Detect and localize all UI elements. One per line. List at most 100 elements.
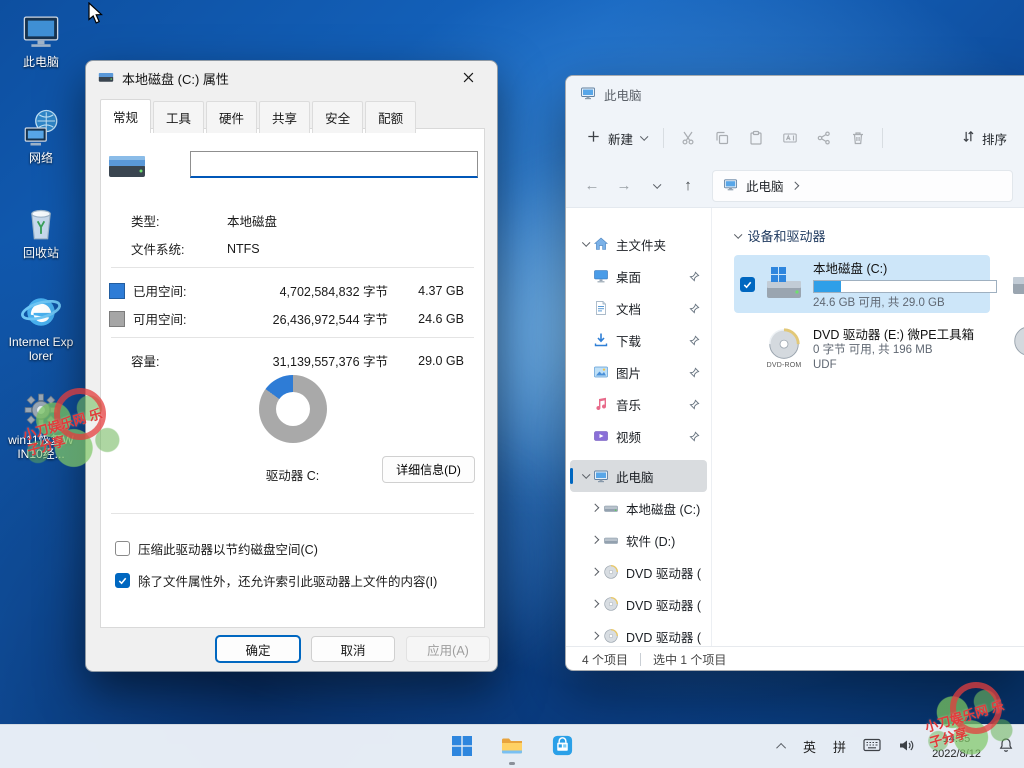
tab-tools[interactable]: 工具: [153, 101, 204, 133]
tab-quota[interactable]: 配额: [365, 101, 416, 133]
file-explorer-icon: [500, 734, 524, 761]
sidebar-item-desktop[interactable]: 桌面: [570, 260, 707, 292]
sidebar-item-documents[interactable]: 文档: [570, 292, 707, 324]
running-indicator: [509, 762, 515, 765]
desktop-icon-network[interactable]: 网络: [8, 106, 74, 166]
group-header[interactable]: 设备和驱动器: [734, 226, 1024, 245]
new-button[interactable]: 新建: [576, 122, 656, 155]
field-label: 已用空间:: [133, 281, 251, 300]
sidebar-item-pictures[interactable]: 图片: [570, 356, 707, 388]
touch-keyboard-button[interactable]: [861, 736, 883, 757]
rename-button[interactable]: [773, 122, 807, 154]
chevron-down-icon: [640, 133, 648, 141]
tab-general[interactable]: 常规: [100, 99, 151, 133]
general-tab-panel: 类型: 本地磁盘 文件系统: NTFS 已用空间: 4,702,584,832 …: [100, 128, 485, 628]
desktop-icon-internet-explorer[interactable]: Internet Explorer: [8, 290, 74, 364]
explorer-main-pane: 设备和驱动器 本地磁盘 (C:) 24.6 GB 可用, 共 29.0: [712, 208, 1024, 646]
language-label: 英: [803, 737, 816, 756]
volume-button[interactable]: [896, 736, 917, 758]
sidebar-item-home[interactable]: 主文件夹: [570, 228, 707, 260]
drive-tile-local-disk-c[interactable]: 本地磁盘 (C:) 24.6 GB 可用, 共 29.0 GB: [734, 255, 990, 313]
cancel-button[interactable]: 取消: [311, 636, 395, 662]
show-hidden-icons-button[interactable]: [777, 741, 788, 752]
delete-button[interactable]: [841, 122, 875, 154]
ok-button[interactable]: 确定: [216, 636, 300, 662]
back-button[interactable]: ←: [578, 172, 606, 200]
chevron-down-icon: [654, 180, 662, 188]
ime-mode-indicator[interactable]: 拼: [831, 735, 848, 758]
explorer-titlebar[interactable]: 此电脑: [566, 76, 1024, 112]
pin-icon: [687, 399, 701, 410]
checkbox-checked-icon[interactable]: [740, 277, 755, 292]
sidebar-item-music[interactable]: 音乐: [570, 388, 707, 420]
chevron-right-icon: [591, 632, 599, 640]
desktop-icon-this-pc[interactable]: 此电脑: [8, 10, 74, 70]
language-indicator[interactable]: 英: [801, 735, 818, 758]
clock[interactable]: 14:55 2022/8/12: [930, 730, 983, 763]
sidebar-item-local-disk-c[interactable]: 本地磁盘 (C:): [570, 492, 707, 524]
copy-button[interactable]: [705, 122, 739, 154]
free-space-row: 可用空间: 26,436,972,544 字节 24.6 GB: [101, 309, 484, 328]
checkbox-unchecked-icon[interactable]: [115, 541, 130, 556]
sidebar-item-dvd-f[interactable]: DVD 驱动器 (F: [570, 588, 707, 620]
sidebar-item-dvd-e[interactable]: DVD 驱动器 (E: [570, 556, 707, 588]
speaker-icon: [898, 738, 915, 756]
sort-button[interactable]: 排序: [953, 122, 1015, 155]
tab-hardware[interactable]: 硬件: [206, 101, 257, 133]
divider: [640, 653, 641, 666]
drive-usage-fill: [814, 281, 841, 292]
breadcrumb[interactable]: 此电脑: [746, 176, 784, 195]
address-bar[interactable]: 此电脑: [712, 170, 1013, 202]
field-label: 文件系统:: [109, 239, 227, 258]
chevron-right-icon: [790, 182, 798, 190]
close-button[interactable]: [451, 65, 485, 91]
sidebar-item-downloads[interactable]: 下载: [570, 324, 707, 356]
cut-button[interactable]: [671, 122, 705, 154]
desktop-icon-recycle-bin[interactable]: 回收站: [8, 201, 74, 261]
sidebar-item-label: 文档: [616, 299, 687, 318]
pin-icon: [687, 335, 701, 346]
taskbar: 英 拼 14:55 2022/8/12: [0, 724, 1024, 768]
history-dropdown-button[interactable]: [642, 172, 670, 200]
start-button[interactable]: [442, 727, 482, 767]
sidebar-item-label: DVD 驱动器 (E: [626, 563, 701, 582]
forward-button[interactable]: →: [610, 172, 638, 200]
share-button[interactable]: [807, 122, 841, 154]
explorer-statusbar: 4 个项目 选中 1 个项目: [566, 646, 1024, 671]
sidebar-item-this-pc[interactable]: 此电脑: [570, 460, 707, 492]
details-button[interactable]: 详细信息(D): [382, 456, 475, 483]
up-button[interactable]: ↑: [674, 172, 702, 200]
sidebar-item-dvd-g[interactable]: DVD 驱动器 (G: [570, 620, 707, 646]
tab-security[interactable]: 安全: [312, 101, 363, 133]
compress-checkbox-row[interactable]: 压缩此驱动器以节约磁盘空间(C): [115, 539, 474, 558]
index-checkbox-row[interactable]: 除了文件属性外，还允许索引此驱动器上文件的内容(I): [115, 571, 474, 590]
sidebar-item-label: DVD 驱动器 (G: [626, 627, 701, 646]
used-space-swatch: [109, 283, 125, 299]
dialog-titlebar[interactable]: 本地磁盘 (C:) 属性: [86, 61, 497, 95]
store-taskbar-button[interactable]: [542, 727, 582, 767]
free-size: 24.6 GB: [388, 312, 464, 326]
sidebar-item-label: 本地磁盘 (C:): [626, 499, 701, 518]
chevron-right-icon: [591, 504, 599, 512]
tab-sharing[interactable]: 共享: [259, 101, 310, 133]
notification-center-button[interactable]: [996, 735, 1016, 758]
checkbox-checked-icon[interactable]: [115, 573, 130, 588]
chevron-right-icon: [591, 600, 599, 608]
sidebar-item-label: 此电脑: [616, 467, 701, 486]
paste-button[interactable]: [739, 122, 773, 154]
file-explorer-taskbar-button[interactable]: [492, 727, 532, 767]
this-pc-icon: [580, 85, 596, 104]
sidebar-item-drive-d[interactable]: 软件 (D:): [570, 524, 707, 556]
field-label: 容量:: [109, 351, 227, 370]
drive-tile-dvd-e[interactable]: DVD-ROM DVD 驱动器 (E:) 微PE工具箱 0 字节 可用, 共 1…: [734, 319, 990, 377]
bell-icon: [998, 737, 1014, 756]
sidebar-item-videos[interactable]: 视频: [570, 420, 707, 452]
disk-usage-donut-chart: [259, 375, 327, 443]
dialog-title: 本地磁盘 (C:) 属性: [122, 69, 229, 88]
back-icon: ←: [585, 177, 600, 194]
plus-icon: [586, 129, 601, 147]
desktop-icon-win11-restore[interactable]: win11恢复WIN10经...: [8, 388, 74, 462]
volume-label-input[interactable]: [190, 151, 478, 178]
status-selected-count: 选中 1 个项目: [653, 651, 726, 668]
store-icon: [551, 734, 574, 760]
